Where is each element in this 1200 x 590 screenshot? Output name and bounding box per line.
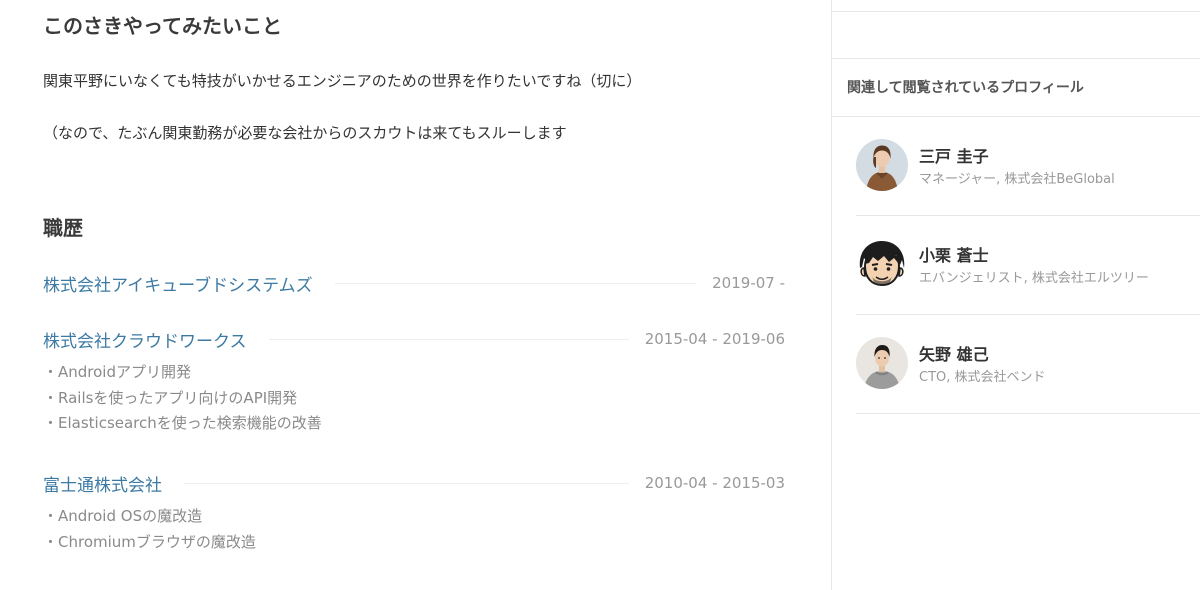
divider: [268, 338, 629, 340]
wish-heading: このさきやってみたいこと: [43, 14, 282, 38]
wish-text-line-1: 関東平野にいなくても特技がいかせるエンジニアのための世界を作りたいですね（切に）: [43, 72, 642, 90]
career-entry: 富士通株式会社 2010-04 - 2015-03 ・Android OSの魔改…: [43, 470, 785, 555]
job-description-item: ・Railsを使ったアプリ向けのAPI開発: [43, 388, 298, 407]
avatar[interactable]: [856, 139, 908, 191]
related-profile-card[interactable]: 三戸 圭子 マネージャー, 株式会社BeGlobal: [856, 117, 1200, 216]
divider: [832, 58, 1200, 59]
career-entry-header: 株式会社アイキューブドシステムズ 2019-07 -: [43, 270, 785, 296]
profile-role: エバンジェリスト, 株式会社エルツリー: [919, 271, 1149, 286]
career-entry-header: 富士通株式会社 2010-04 - 2015-03: [43, 470, 785, 496]
divider: [334, 282, 697, 284]
person-photo-icon: [856, 337, 908, 389]
cartoon-face-icon: [856, 238, 908, 290]
job-description-item: ・Androidアプリ開発: [43, 363, 191, 381]
wish-text-line-2: （なので、たぶん関東勤務が必要な会社からのスカウトは来てもスルーします: [43, 124, 567, 142]
company-link[interactable]: 株式会社アイキューブドシステムズ: [43, 271, 313, 296]
career-entry: 株式会社アイキューブドシステムズ 2019-07 -: [43, 270, 785, 296]
main-column: このさきやってみたいこと 関東平野にいなくても特技がいかせるエンジニアのための世…: [0, 0, 831, 590]
profile-page: このさきやってみたいこと 関東平野にいなくても特技がいかせるエンジニアのための世…: [0, 0, 1200, 590]
job-description-list: ・Androidアプリ開発 ・Railsを使ったアプリ向けのAPI開発 ・Ela…: [43, 360, 785, 437]
profile-name[interactable]: 小栗 蒼士: [919, 242, 989, 266]
profile-role: CTO, 株式会社ベンド: [919, 370, 1046, 385]
person-photo-icon: [856, 139, 908, 191]
job-description-item: ・Chromiumブラウザの魔改造: [43, 532, 256, 551]
job-description-item: ・Elasticsearchを使った検索機能の改善: [43, 414, 322, 432]
job-description-item: ・Android OSの魔改造: [43, 507, 203, 525]
sidebar: 関連して閲覧されているプロフィール 三戸 圭子 マネージャー, 株式会社BeGl…: [831, 0, 1200, 590]
job-description-list: ・Android OSの魔改造 ・Chromiumブラウザの魔改造: [43, 504, 785, 555]
related-profile-card[interactable]: 矢野 雄己 CTO, 株式会社ベンド: [856, 315, 1200, 414]
employment-period: 2010-04 - 2015-03: [644, 474, 785, 492]
related-profile-card[interactable]: 小栗 蒼士 エバンジェリスト, 株式会社エルツリー: [856, 216, 1200, 315]
career-entry-header: 株式会社クラウドワークス 2015-04 - 2019-06: [43, 326, 785, 352]
career-heading: 職歴: [43, 216, 83, 240]
profile-role: マネージャー, 株式会社BeGlobal: [919, 172, 1115, 187]
company-link[interactable]: 株式会社クラウドワークス: [43, 327, 247, 352]
avatar[interactable]: [856, 337, 908, 389]
divider: [184, 482, 629, 484]
employment-period: 2015-04 - 2019-06: [644, 330, 785, 348]
company-link[interactable]: 富士通株式会社: [43, 471, 162, 496]
employment-period: 2019-07 -: [712, 274, 785, 292]
avatar[interactable]: [856, 238, 908, 290]
profile-name[interactable]: 矢野 雄己: [919, 341, 989, 365]
divider: [832, 11, 1200, 12]
career-entry: 株式会社クラウドワークス 2015-04 - 2019-06 ・Androidア…: [43, 326, 785, 437]
related-profiles-title: 関連して閲覧されているプロフィール: [847, 80, 1084, 96]
profile-name[interactable]: 三戸 圭子: [919, 143, 989, 167]
